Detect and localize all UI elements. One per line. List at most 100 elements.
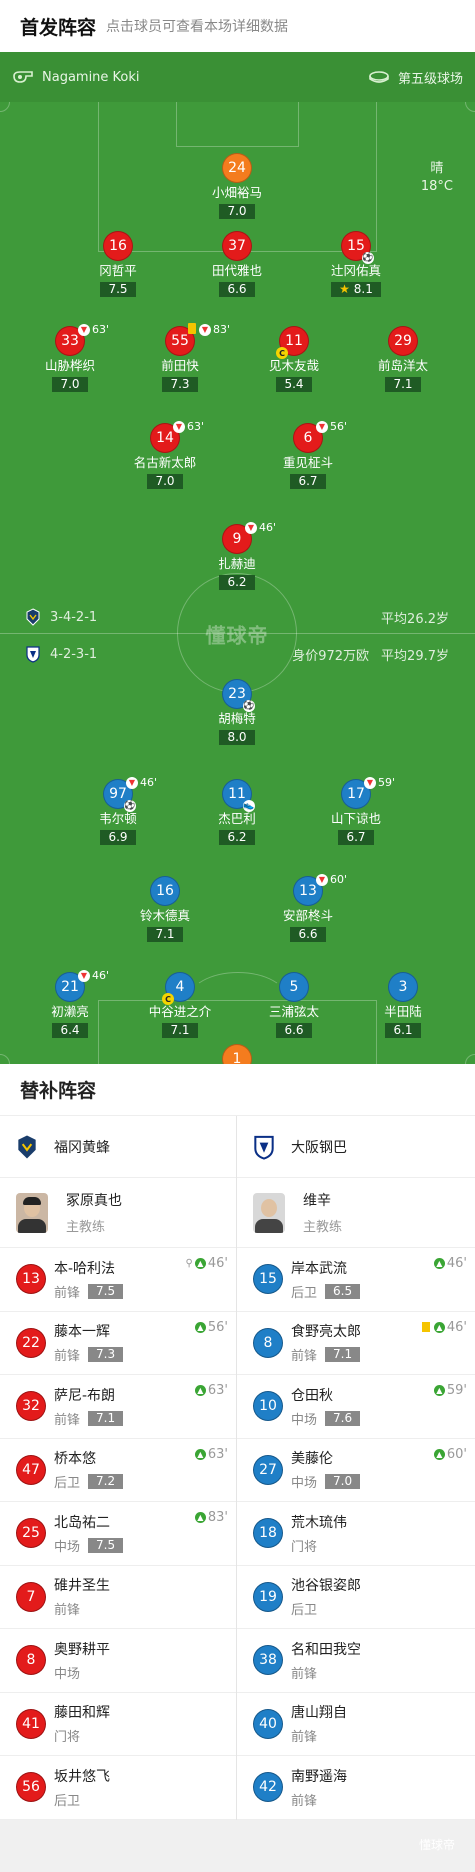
away-subs-column: 大阪钢巴 维辛 主教练 15 岸本武流 后卫 6.5 ▲ 46' 8 食野亮太郎 前锋 7.1 ▲ 4…	[237, 1116, 475, 1820]
page-subtitle: 点击球员可查看本场详细数据	[106, 19, 289, 35]
player-name: 胡梅特	[218, 711, 256, 726]
away-player[interactable]: 11 👟 杰巴利 6.2	[182, 779, 292, 845]
jersey-number: 27	[253, 1454, 283, 1485]
home-sub-row[interactable]: 56 坂井悠飞 后卫	[0, 1756, 236, 1820]
home-sub-row[interactable]: 32 萨尼-布朗 前锋 7.1 ▲ 63'	[0, 1375, 236, 1439]
player-rating: 7.5	[100, 282, 136, 297]
away-sub-row[interactable]: 19 池谷银姿郎 后卫	[237, 1566, 475, 1629]
home-sub-row[interactable]: 13 本-哈利法 前锋 7.5 ⚲ ▲ 46'	[0, 1248, 236, 1312]
away-formation: 4-2-3-1	[50, 646, 98, 662]
away-sub-row[interactable]: 40 唐山翔自 前锋	[237, 1693, 475, 1756]
coach-avatar	[16, 1192, 48, 1233]
player-name: 仓田秋	[291, 1387, 333, 1404]
player-name: 美藤伦	[291, 1451, 333, 1468]
jersey-number: 32	[16, 1391, 46, 1422]
jersey-number: 6 ▼ 56'	[293, 420, 347, 453]
away-sub-row[interactable]: 18 荒木琉伟 门将	[237, 1502, 475, 1566]
home-player[interactable]: 55 ▼ 83' 前田快 7.3	[125, 323, 235, 392]
away-sub-row[interactable]: 10 仓田秋 中场 7.6 ▲ 59'	[237, 1375, 475, 1439]
player-name: 韦尔顿	[99, 811, 137, 826]
away-sub-row[interactable]: 15 岸本武流 后卫 6.5 ▲ 46'	[237, 1248, 475, 1312]
away-player[interactable]: 17 ▼ 59' 山下谅也 6.7	[301, 776, 411, 845]
sub-off-icon: ▼	[199, 323, 211, 336]
player-rating: 7.1	[385, 377, 421, 392]
player-name: 萨尼-布朗	[54, 1387, 116, 1404]
away-player[interactable]: 97 ⚽ ▼ 46' 韦尔顿 6.9	[63, 776, 173, 845]
jersey-number: 56	[16, 1772, 46, 1803]
home-player[interactable]: 6 ▼ 56' 重见柾斗 6.7	[253, 420, 363, 489]
player-name: 坂井悠飞	[54, 1768, 110, 1785]
home-player[interactable]: 11 C 见木友哉 5.4	[239, 326, 349, 392]
player-rating: 6.6	[219, 282, 255, 297]
player-name: 见木友哉	[268, 358, 319, 373]
away-sub-row[interactable]: 38 名和田我空 前锋	[237, 1629, 475, 1693]
player-position: 前锋	[291, 1730, 318, 1746]
top-goal-box	[176, 102, 299, 147]
jersey-number: 7	[16, 1581, 46, 1612]
home-sub-row[interactable]: 22 藤本一辉 前锋 7.3 ▲ 56'	[0, 1312, 236, 1375]
home-player[interactable]: 29 前岛洋太 7.1	[348, 326, 458, 392]
home-player[interactable]: 33 ▼ 63' 山胁桦织 7.0	[15, 323, 125, 392]
away-sub-row[interactable]: 42 南野遥海 前锋	[237, 1756, 475, 1820]
sub-in-icon: ▲	[433, 1448, 445, 1460]
sub-off: ▼ 60'	[316, 873, 347, 886]
player-position-line: 后卫 6.5	[291, 1282, 361, 1301]
home-player[interactable]: 24 小畑裕马 7.0	[182, 153, 292, 219]
jersey-number: 3	[388, 972, 418, 1002]
away-player[interactable]: 3 半田陆 6.1	[348, 972, 458, 1038]
player-name: 山下谅也	[330, 811, 381, 826]
home-player[interactable]: 37 田代雅也 6.6	[182, 231, 292, 297]
home-team-row[interactable]: 福冈黄蜂	[0, 1116, 236, 1178]
player-name: 碓井圣生	[54, 1578, 110, 1595]
away-coach-row[interactable]: 维辛 主教练	[237, 1178, 475, 1248]
player-position: 前锋	[54, 1349, 81, 1365]
player-rating: 7.3	[162, 377, 198, 392]
player-position-line: 前锋 7.1	[291, 1345, 361, 1364]
away-player[interactable]: 23 ⚽ 胡梅特 8.0	[182, 679, 292, 745]
sub-off: ▼ 83'	[199, 323, 230, 336]
home-sub-row[interactable]: 7 碓井圣生 前锋	[0, 1566, 236, 1629]
home-avg-age: 平均26.2岁	[381, 611, 449, 627]
away-team-logo-icon	[26, 646, 40, 663]
home-player[interactable]: 9 ▼ 46' 扎赫迪 6.2	[182, 521, 292, 590]
player-rating: 7.2	[88, 1474, 124, 1490]
home-sub-row[interactable]: 41 藤田和辉 门将	[0, 1693, 236, 1756]
home-sub-row[interactable]: 8 奥野耕平 中场	[0, 1629, 236, 1693]
away-player[interactable]: 13 ▼ 60' 安部柊斗 6.6	[253, 873, 363, 942]
home-player[interactable]: 16 冈哲平 7.5	[63, 231, 173, 297]
player-rating: 7.1	[325, 1347, 361, 1363]
away-team-name: 大阪钢巴	[291, 1139, 347, 1156]
away-sub-row[interactable]: 8 食野亮太郎 前锋 7.1 ▲ 46'	[237, 1312, 475, 1375]
sub-event: ▲ 63'	[194, 1447, 228, 1462]
jersey-number: 19	[253, 1581, 283, 1612]
sub-event: ▲ 63'	[194, 1383, 228, 1398]
stadium-icon	[369, 71, 389, 83]
footer-logo: 懂球帝	[418, 1837, 455, 1852]
jersey-number: 24	[222, 153, 252, 183]
jersey-number: 16	[103, 231, 133, 261]
player-position: 前锋	[54, 1412, 81, 1428]
sub-event: ▲ 59'	[433, 1383, 467, 1398]
away-player[interactable]: 5 三浦弦太 6.6	[239, 972, 349, 1038]
player-name: 初濑亮	[51, 1004, 89, 1019]
home-player[interactable]: 14 ▼ 63' 名古新太郎 7.0	[110, 420, 220, 489]
player-position-line: 后卫	[291, 1599, 361, 1618]
home-sub-row[interactable]: 47 桥本悠 后卫 7.2 ▲ 63'	[0, 1439, 236, 1502]
home-coach-row[interactable]: 冢原真也 主教练	[0, 1178, 236, 1248]
jersey-number: 41	[16, 1708, 46, 1739]
jersey-number: 37	[222, 231, 252, 261]
away-avg-age: 平均29.7岁	[381, 648, 449, 664]
home-player[interactable]: 15 ⚽ 辻冈佑真 ★ 8.1	[301, 231, 411, 297]
player-position-line: 前锋	[291, 1726, 347, 1745]
away-player[interactable]: 21 ▼ 46' 初濑亮 6.4	[15, 969, 125, 1038]
jersey-number: 42	[253, 1772, 283, 1803]
away-sub-row[interactable]: 27 美藤伦 中场 7.0 ▲ 60'	[237, 1439, 475, 1502]
home-sub-row[interactable]: 25 北岛祐二 中场 7.5 ▲ 83'	[0, 1502, 236, 1566]
player-name: 山胁桦织	[44, 358, 95, 373]
away-player[interactable]: 16 铃木德真 7.1	[110, 876, 220, 942]
away-team-row[interactable]: 大阪钢巴	[237, 1116, 475, 1178]
away-player[interactable]: 1👟东口顺昭8.0	[182, 1044, 292, 1064]
assist-icon: ⚲	[185, 1258, 193, 1269]
sub-event: ▲ 46'	[421, 1320, 467, 1335]
away-player[interactable]: 4 C 中谷进之介 7.1	[125, 972, 235, 1038]
